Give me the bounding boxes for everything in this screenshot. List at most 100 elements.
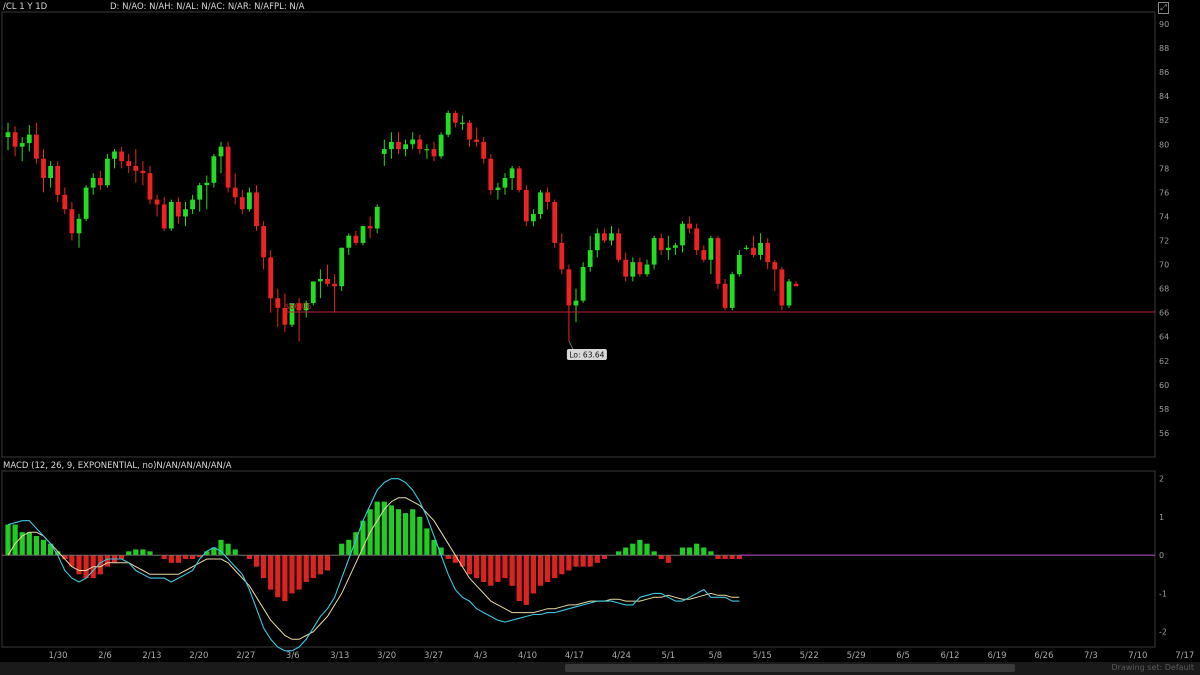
macd-hist-bar	[246, 555, 252, 559]
candle-body	[83, 187, 89, 219]
candle-body	[516, 168, 522, 190]
date-tick-label: 6/12	[941, 651, 960, 661]
price-tick-label: 64	[1159, 333, 1169, 342]
scrollbar-thumb[interactable]	[565, 664, 1015, 672]
macd-hist-bar	[587, 555, 593, 567]
macd-hist-bar	[637, 539, 643, 556]
date-tick-label: 2/13	[142, 651, 161, 661]
candle-body	[786, 281, 792, 306]
macd-hist-bar	[395, 509, 402, 556]
date-tick-label: 2/6	[98, 651, 112, 661]
macd-hist-bar	[679, 547, 686, 556]
candle-body	[254, 192, 259, 227]
candle-body	[460, 122, 465, 124]
macd-hist-bar	[658, 555, 664, 559]
candle-body	[105, 158, 110, 186]
macd-hist-bar	[516, 555, 522, 602]
low-callout-label: Lo: 63.64	[569, 351, 604, 360]
macd-hist-bar	[310, 555, 316, 579]
macd-hist-bar	[119, 555, 125, 559]
macd-hist-bar	[190, 555, 196, 559]
macd-hist-bar	[736, 555, 742, 559]
candle-body	[701, 250, 707, 260]
candle-body	[239, 197, 245, 210]
macd-tick-label: -1	[1159, 589, 1167, 598]
candle-body	[431, 149, 437, 157]
candle-body	[147, 173, 153, 200]
candle-body	[396, 141, 401, 150]
date-tick-label: 4/10	[518, 651, 537, 661]
candle-body	[353, 235, 359, 243]
date-tick-label: 2/27	[236, 651, 255, 661]
macd-hist-bar	[374, 501, 380, 556]
macd-hist-bar	[232, 549, 238, 556]
macd-hist-bar	[339, 543, 345, 556]
candle-body	[133, 165, 139, 171]
candle-body	[247, 192, 252, 210]
candle-body	[374, 206, 380, 229]
candle-body	[197, 185, 203, 200]
candle-body	[765, 242, 771, 263]
candle-body	[34, 134, 39, 159]
candle-body	[744, 247, 749, 249]
price-tick-label: 88	[1159, 44, 1169, 53]
date-tick-label: 7/3	[1084, 651, 1098, 661]
macd-line	[7, 478, 740, 652]
candle-body	[168, 202, 174, 229]
macd-hist-bar	[133, 549, 139, 556]
macd-hist-bar	[26, 532, 32, 556]
candle-body	[438, 134, 444, 157]
macd-hist-bar	[566, 555, 572, 571]
price-tick-label: 68	[1159, 285, 1169, 294]
candle-body	[19, 143, 25, 147]
candle-body	[594, 233, 600, 251]
candle-body	[758, 242, 763, 255]
macd-hist-bar	[147, 551, 153, 556]
macd-hist-bar	[651, 551, 657, 556]
macd-hist-bar	[623, 547, 629, 556]
candle-body	[623, 259, 629, 277]
macd-hist-bar	[33, 536, 39, 556]
date-tick-label: 4/17	[565, 651, 584, 661]
date-tick-label: 3/20	[377, 651, 396, 661]
macd-hist-bar	[459, 555, 465, 567]
candle-body	[204, 182, 210, 186]
candle-body	[729, 274, 735, 308]
candle-body	[140, 170, 146, 174]
candle-body	[637, 262, 643, 275]
chart-canvas[interactable]: 56 58 60 62 64 66 68 70 72 74 76 78 80 82 84 86 88 90 -2 -…	[0, 0, 1200, 675]
candle-body	[381, 149, 387, 154]
macd-tick-label: 2	[1159, 475, 1164, 484]
price-tick-label: 60	[1159, 381, 1169, 390]
macd-hist-bar	[161, 555, 167, 559]
candle-body	[673, 245, 678, 248]
candle-body	[119, 151, 124, 162]
candle-body	[176, 202, 181, 217]
macd-hist-bar	[616, 551, 622, 556]
macd-hist-bar	[466, 555, 473, 575]
candle-body	[680, 223, 685, 246]
date-tick-label: 4/3	[474, 651, 488, 661]
macd-hist-bar	[275, 555, 281, 598]
candle-body	[126, 161, 132, 166]
candle-body	[90, 177, 96, 188]
date-tick-label: 2/20	[189, 651, 208, 661]
candle-body	[566, 269, 572, 306]
macd-hist-bar	[729, 555, 735, 559]
price-tick-label: 90	[1159, 20, 1169, 29]
candle-body	[339, 247, 345, 287]
drawing-set-label[interactable]: Drawing set: Default	[1111, 663, 1194, 672]
candle-body	[445, 113, 451, 135]
macd-hist-bar	[523, 555, 529, 605]
candle-body	[538, 192, 543, 215]
candle-body	[545, 192, 550, 203]
macd-hist-bar	[76, 555, 82, 575]
date-tick-label: 5/1	[662, 651, 676, 661]
candle-body	[367, 226, 373, 229]
macd-hist-bar	[388, 505, 394, 556]
macd-hist-bar	[410, 509, 416, 556]
macd-hist-bar	[580, 555, 586, 567]
macd-hist-bar	[40, 539, 47, 556]
date-tick-label: 5/8	[708, 651, 722, 661]
macd-hist-bar	[261, 555, 267, 579]
